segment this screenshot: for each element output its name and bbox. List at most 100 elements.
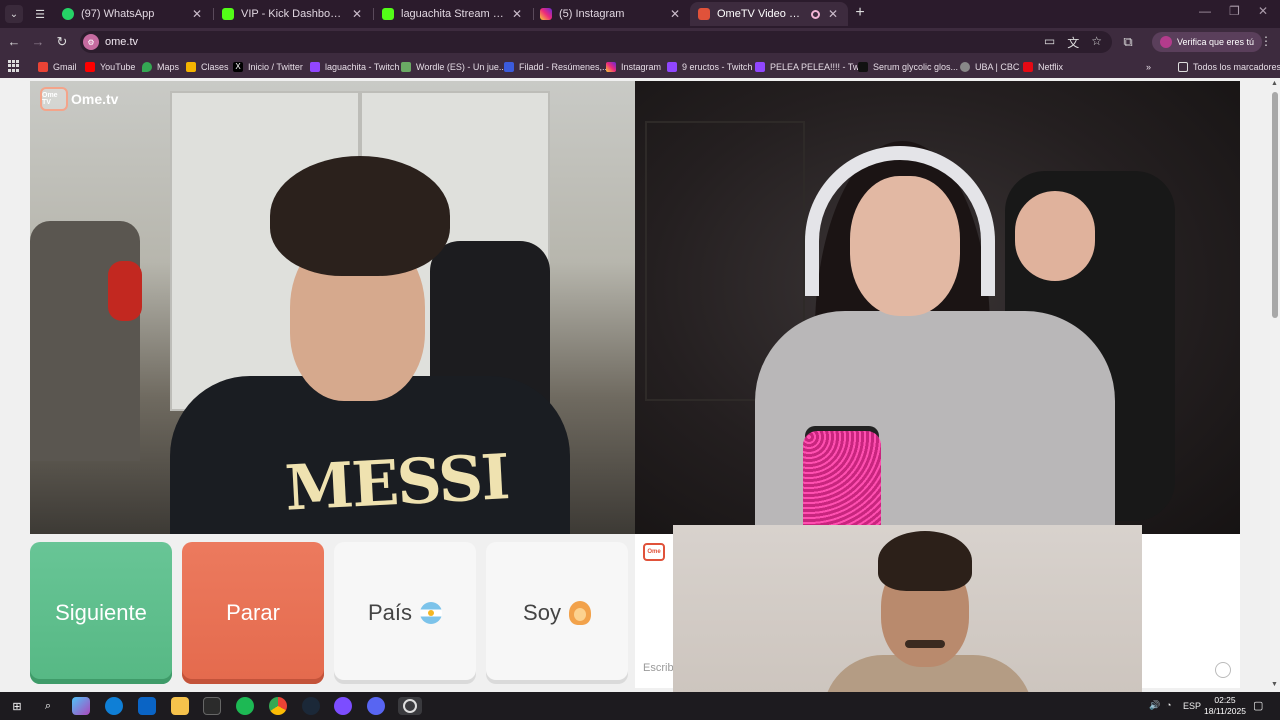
wifi-icon[interactable]: ◔ [1166,700,1171,710]
back-icon[interactable]: ← [6,34,22,50]
tab-instagram[interactable]: (5) Instagram ✕ [532,2,690,26]
apps-grid-icon[interactable] [8,60,20,72]
floating-video-overlay[interactable] [673,525,1142,720]
emoji-icon[interactable] [1215,662,1231,678]
page-scrollbar[interactable]: ▲ ▼ [1270,78,1280,692]
steam-icon[interactable] [302,697,320,715]
bookmark-serum[interactable]: Serum glycolic glos... [858,60,958,74]
bookmark-laguachita-twitch[interactable]: laguachita - Twitch [310,60,399,74]
stop-button-label: Parar [226,600,280,625]
tab-kick-dashboard[interactable]: VIP - Kick Dashboard ✕ [214,2,372,26]
close-icon[interactable]: ✕ [190,7,204,21]
window-close-icon[interactable]: ✕ [1258,4,1268,18]
profile-avatar-icon [1160,36,1172,48]
tab-search-menu-button[interactable]: ⌄ [5,5,23,23]
obs-icon[interactable] [398,697,422,715]
scroll-up-icon[interactable]: ▲ [1271,80,1278,87]
site-info-icon[interactable]: ⚙ [83,34,99,50]
new-tab-button[interactable]: + [852,4,868,24]
copilot-icon[interactable] [72,697,90,715]
bookmark-label: Inicio / Twitter [248,62,303,72]
outlook-icon[interactable] [138,697,156,715]
person-hair [878,531,972,591]
bookmark-twitter[interactable]: X Inicio / Twitter [233,60,303,74]
kick-icon [222,8,234,20]
minimize-icon[interactable]: — [1199,4,1211,18]
bookmark-instagram[interactable]: Instagram [606,60,661,74]
tab-laguachita-stream[interactable]: laguachita Stream - Watch Live ✕ [374,2,532,26]
tab-ometv[interactable]: OmeTV Video Chat — Ome ✕ [690,2,848,26]
instagram-icon [540,8,552,20]
notification-icon[interactable]: ▢ [1253,699,1263,712]
bookmark-pelea-twitch[interactable]: PELEA PELEA!!!! - Tw... [755,60,866,74]
kick-icon [382,8,394,20]
app-icon[interactable] [334,697,352,715]
recording-icon [811,9,820,19]
bookmark-filadd[interactable]: Filadd - Resúmenes,... [504,60,610,74]
country-filter-button[interactable]: País [334,542,476,684]
translate-icon[interactable]: 文 [1067,34,1079,51]
file-explorer-icon[interactable] [171,697,189,715]
youtube-icon [85,62,95,72]
close-icon[interactable]: ✕ [510,7,524,21]
person-hand [1015,191,1095,281]
browser-menu-icon[interactable]: ⋮ [1260,34,1272,48]
address-bar-actions: ▭ 文 ☆ [1044,34,1102,51]
discord-icon[interactable] [367,697,385,715]
chrome-icon[interactable] [269,697,287,715]
maps-icon [142,62,152,72]
background-chair [30,221,140,461]
bookmark-netflix[interactable]: Netflix [1023,60,1063,74]
verify-profile-button[interactable]: Verifica que eres tú [1152,32,1263,52]
bookmark-label: Wordle (ES) - Un jue... [416,62,507,72]
windows-start-icon[interactable]: ⊞ [8,697,26,715]
close-icon[interactable]: ✕ [668,7,682,21]
bookmark-star-icon[interactable]: ☆ [1091,34,1102,51]
volume-icon[interactable]: 🔊 [1149,700,1160,711]
language-indicator[interactable]: ESP [1183,701,1201,711]
store-icon[interactable] [203,697,221,715]
close-icon[interactable]: ✕ [826,7,840,21]
bookmarks-overflow-button[interactable]: » [1146,60,1151,74]
tab-whatsapp[interactable]: (97) WhatsApp ✕ [54,2,212,26]
scrollbar-thumb[interactable] [1272,92,1278,318]
bookmark-youtube[interactable]: YouTube [85,60,135,74]
bookmark-eructos-twitch[interactable]: 9 eructos - Twitch [667,60,752,74]
bookmark-uba-cbc[interactable]: UBA | CBC [960,60,1019,74]
tab-title: (5) Instagram [559,8,625,20]
wordle-icon [401,62,411,72]
headphones [805,146,995,296]
spotify-icon[interactable] [236,697,254,715]
extensions-icon[interactable]: ⧉ [1120,34,1136,50]
bookmark-gmail[interactable]: Gmail [38,60,77,74]
reload-icon[interactable]: ↻ [54,34,70,50]
bookmark-maps[interactable]: Maps [142,60,179,74]
tab-title: (97) WhatsApp [81,8,155,20]
browser-toolbar: ← → ↻ ⚙ ome.tv ▭ 文 ☆ ⧉ Verifica que eres… [0,28,1280,56]
close-icon[interactable]: ✕ [350,7,364,21]
twitch-icon [310,62,320,72]
url-text[interactable]: ome.tv [105,36,138,48]
maximize-icon[interactable]: ❐ [1229,4,1240,18]
tab-groups-icon[interactable]: ☰ [31,5,49,23]
forward-icon[interactable]: → [30,34,46,50]
edge-icon[interactable] [105,697,123,715]
tab-title: laguachita Stream - Watch Live [401,8,504,20]
bookmark-label: Netflix [1038,62,1064,72]
system-clock[interactable]: 02:25 18/11/2025 [1200,695,1250,717]
address-bar[interactable]: ⚙ ome.tv ▭ 文 ☆ [80,31,1112,53]
whatsapp-icon [62,8,74,20]
next-button[interactable]: Siguiente [30,542,172,684]
gender-filter-button[interactable]: Soy [486,542,628,684]
next-button-label: Siguiente [55,600,147,625]
bookmark-clases[interactable]: Clases [186,60,229,74]
cast-icon[interactable]: ▭ [1044,34,1055,51]
globe-icon [960,62,970,72]
scroll-down-icon[interactable]: ▼ [1271,681,1278,688]
search-icon[interactable]: ⌕ [39,697,57,715]
stop-button[interactable]: Parar [182,542,324,684]
all-bookmarks-button[interactable]: Todos los marcadores [1178,60,1280,74]
bookmark-label: Filadd - Resúmenes,... [519,62,610,72]
bookmark-wordle[interactable]: Wordle (ES) - Un jue... [401,60,506,74]
shirt-print-text: MESSI [283,440,510,525]
